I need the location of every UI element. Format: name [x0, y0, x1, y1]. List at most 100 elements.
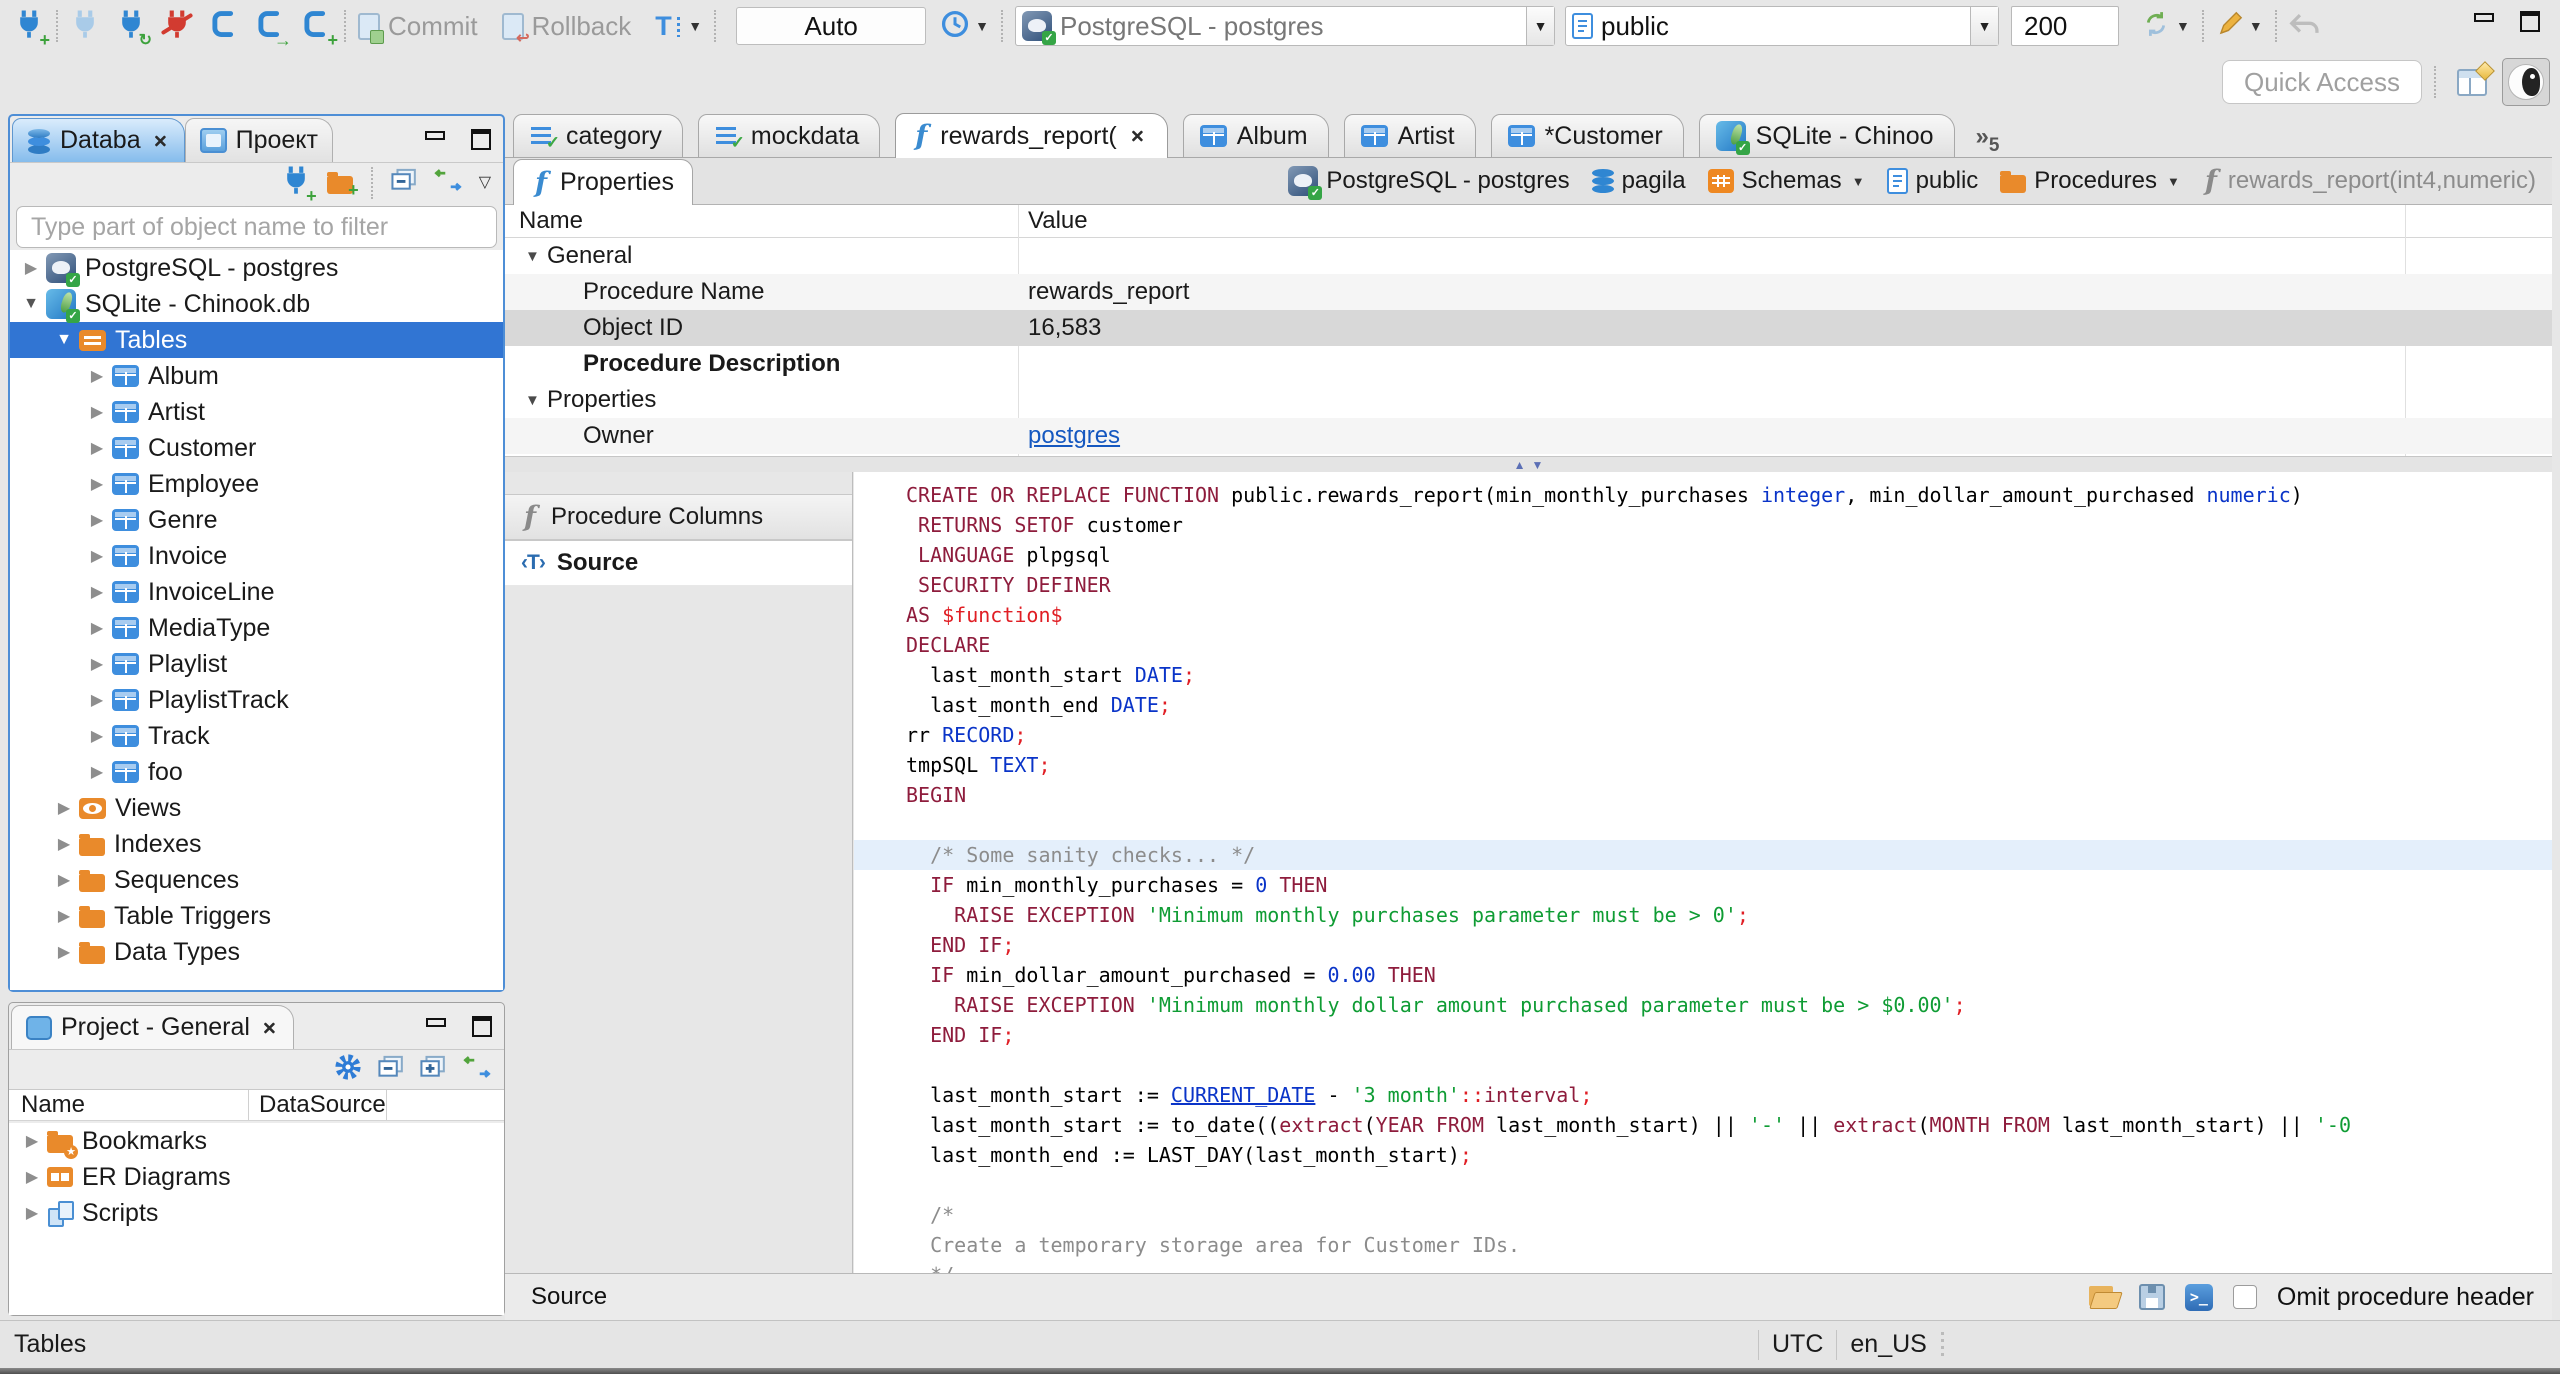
open-sql-editor-icon[interactable]: →	[256, 9, 292, 49]
editor-tab-rewards-report[interactable]: f rewards_report(	[895, 113, 1168, 158]
column-name[interactable]: Name	[9, 1090, 249, 1120]
edit-button[interactable]: ▼	[2216, 10, 2263, 43]
tree-item-postgresql-postgres[interactable]: ▶ PostgreSQL - postgres	[10, 250, 503, 287]
tree-item-table-triggers[interactable]: ▶ Table Triggers	[10, 898, 503, 934]
collapsed-expander-icon[interactable]: ▶	[17, 1167, 47, 1187]
commit-mode-button[interactable]: Auto	[736, 7, 927, 45]
breadcrumb-item-schemas[interactable]: Schemas ▼	[1707, 167, 1865, 195]
tree-item-track[interactable]: ▶ Track	[10, 718, 503, 754]
maximize-icon[interactable]	[469, 128, 493, 150]
tree-item-employee[interactable]: ▶ Employee	[10, 466, 503, 502]
editor-tab-category[interactable]: category	[513, 114, 683, 157]
collapsed-expander-icon[interactable]: ▶	[16, 258, 46, 278]
connection-combo[interactable]: PostgreSQL - postgres ▼	[1015, 6, 1555, 46]
expanded-expander-icon[interactable]: ▼	[16, 295, 46, 313]
refresh-button[interactable]: ▼	[2141, 10, 2190, 43]
property-row-procedure-description[interactable]: Procedure Description	[505, 346, 2552, 382]
collapse-all-icon[interactable]	[391, 168, 417, 197]
tree-item-mediatype[interactable]: ▶ MediaType	[10, 610, 503, 646]
maximize-icon[interactable]	[2518, 10, 2542, 32]
expanded-expander-icon[interactable]: ▼	[525, 248, 545, 265]
tree-item-views[interactable]: ▶ Views	[10, 790, 503, 826]
minimize-icon[interactable]	[2472, 10, 2496, 30]
combo-arrow-icon[interactable]: ▼	[1970, 7, 1998, 45]
tree-item-data-types[interactable]: ▶ Data Types	[10, 934, 503, 970]
maximize-icon[interactable]	[470, 1015, 494, 1037]
breadcrumb-item-pagila[interactable]: pagila	[1591, 167, 1686, 195]
grid-splitter[interactable]: ▲ ▼	[505, 456, 2552, 472]
project-item-scripts[interactable]: ▶ Scripts	[9, 1195, 504, 1231]
collapsed-expander-icon[interactable]: ▶	[82, 402, 112, 422]
close-icon[interactable]	[151, 132, 168, 149]
open-perspective-button[interactable]	[2448, 58, 2496, 106]
tab-project-navigator[interactable]: Проект	[184, 118, 333, 162]
collapsed-expander-icon[interactable]: ▶	[82, 582, 112, 602]
timezone-indicator[interactable]: UTC	[1772, 1330, 1823, 1359]
tab-properties[interactable]: f Properties	[513, 159, 693, 205]
editor-tab-mockdata[interactable]: mockdata	[697, 114, 881, 157]
tree-item-sqlite-chinook-db[interactable]: ▼ SQLite - Chinook.db	[10, 286, 503, 323]
collapsed-expander-icon[interactable]: ▶	[49, 906, 79, 926]
commit-button[interactable]: Commit	[358, 11, 478, 44]
collapsed-expander-icon[interactable]: ▶	[82, 690, 112, 710]
tree-item-foo[interactable]: ▶ foo	[10, 754, 503, 790]
load-from-file-icon[interactable]	[2088, 1286, 2119, 1310]
schema-combo[interactable]: public ▼	[1565, 6, 1999, 46]
tree-item-tables[interactable]: ▼ Tables	[10, 322, 503, 358]
tree-item-indexes[interactable]: ▶ Indexes	[10, 826, 503, 862]
property-row-procedure-name[interactable]: Procedure Name rewards_report	[505, 274, 2552, 310]
subtab-source[interactable]: ‹T› Source	[505, 540, 852, 586]
link-with-editor-icon[interactable]	[433, 168, 463, 197]
breadcrumb-item-rewards-report-int4-numeric[interactable]: f rewards_report(int4,numeric)	[2202, 167, 2536, 195]
subtab-procedure-columns[interactable]: f Procedure Columns	[505, 494, 852, 540]
combo-arrow-icon[interactable]: ▼	[1526, 7, 1554, 45]
collapsed-expander-icon[interactable]: ▶	[82, 474, 112, 494]
collapsed-expander-icon[interactable]: ▶	[82, 654, 112, 674]
quick-access-input[interactable]	[2222, 60, 2422, 104]
expand-all-icon[interactable]	[420, 1055, 446, 1084]
collapsed-expander-icon[interactable]: ▶	[82, 438, 112, 458]
tree-item-invoice[interactable]: ▶ Invoice	[10, 538, 503, 574]
collapsed-expander-icon[interactable]: ▶	[49, 834, 79, 854]
locale-indicator[interactable]: en_US	[1850, 1330, 1926, 1359]
tab-database-navigator[interactable]: Databa	[12, 118, 185, 162]
connect-icon[interactable]	[70, 9, 100, 44]
property-row-owner[interactable]: Owner postgres	[505, 418, 2552, 454]
link-with-editor-icon[interactable]	[462, 1055, 492, 1084]
grid-column-value[interactable]: Value	[1018, 207, 1088, 235]
omit-procedure-header-checkbox[interactable]	[2232, 1285, 2257, 1309]
breadcrumb-item-postgresql-postgres[interactable]: PostgreSQL - postgres	[1288, 166, 1570, 200]
project-item-er-diagrams[interactable]: ▶ ER Diagrams	[9, 1159, 504, 1195]
collapsed-expander-icon[interactable]: ▶	[49, 942, 79, 962]
back-button[interactable]	[2289, 12, 2319, 41]
sql-editor-icon[interactable]	[210, 9, 240, 44]
tree-item-artist[interactable]: ▶ Artist	[10, 394, 503, 430]
tree-item-playlist[interactable]: ▶ Playlist	[10, 646, 503, 682]
tab-overflow-chevron[interactable]: »5	[1976, 123, 2000, 157]
new-connection-icon[interactable]: +	[281, 165, 317, 205]
tree-item-album[interactable]: ▶ Album	[10, 358, 503, 394]
gear-icon[interactable]	[334, 1053, 362, 1086]
collapsed-expander-icon[interactable]: ▶	[17, 1131, 47, 1151]
new-connection-button[interactable]: +	[14, 9, 50, 49]
disconnect-icon[interactable]	[160, 9, 194, 44]
tree-item-genre[interactable]: ▶ Genre	[10, 502, 503, 538]
collapsed-expander-icon[interactable]: ▶	[82, 366, 112, 386]
tree-item-sequences[interactable]: ▶ Sequences	[10, 862, 503, 898]
collapsed-expander-icon[interactable]: ▶	[82, 762, 112, 782]
breadcrumb-item-public[interactable]: public	[1886, 167, 1978, 195]
new-folder-icon[interactable]: +	[326, 172, 359, 199]
tree-item-customer[interactable]: ▶ Customer	[10, 430, 503, 466]
collapsed-expander-icon[interactable]: ▶	[17, 1203, 47, 1223]
editor-tab-artist[interactable]: Artist	[1343, 114, 1476, 157]
minimize-icon[interactable]	[424, 1015, 448, 1035]
tree-item-invoiceline[interactable]: ▶ InvoiceLine	[10, 574, 503, 610]
source-code-editor[interactable]: CREATE OR REPLACE FUNCTION public.reward…	[854, 472, 2552, 1273]
open-in-sql-console-icon[interactable]	[2184, 1283, 2213, 1311]
query-history-button[interactable]: ▼	[940, 9, 989, 44]
new-sql-editor-icon[interactable]: +	[302, 9, 338, 49]
property-row-general[interactable]: ▼ General	[505, 238, 2552, 274]
save-to-file-icon[interactable]	[2138, 1284, 2165, 1310]
close-icon[interactable]	[260, 1019, 277, 1036]
owner-link[interactable]: postgres	[1028, 422, 1120, 450]
